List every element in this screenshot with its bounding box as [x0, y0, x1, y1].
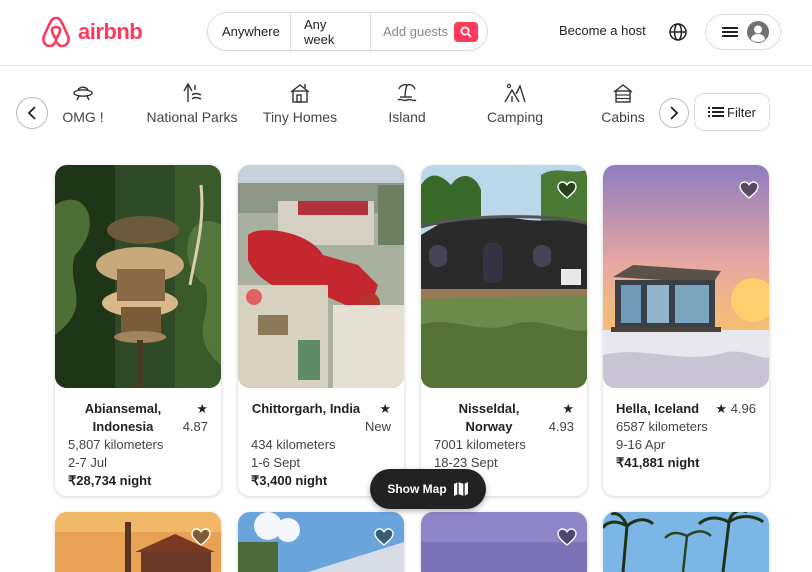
map-icon: [453, 482, 468, 496]
category-label: Island: [388, 109, 426, 125]
rating-value: 4.93: [548, 419, 574, 434]
listing-rating: ★ 4.96: [715, 400, 756, 418]
listing-card[interactable]: [238, 512, 404, 572]
listing-distance: 5,807 kilometers: [68, 437, 164, 452]
rating-value: 4.87: [182, 419, 208, 434]
listing-card[interactable]: [421, 512, 587, 572]
listing-distance: 6587 kilometers: [616, 419, 708, 434]
listing-price: ₹28,734 night: [68, 473, 152, 488]
listing-photo[interactable]: [603, 165, 769, 388]
rating-value: New: [364, 419, 391, 434]
heart-icon[interactable]: [374, 528, 394, 546]
search-week-button[interactable]: Any week: [290, 13, 370, 50]
listing-info: Abiansemal, Indonesia ★ 4.87 5,807 kilom…: [55, 400, 221, 490]
heart-icon[interactable]: [557, 528, 577, 546]
category-national-parks[interactable]: National Parks: [137, 82, 247, 125]
show-map-button[interactable]: Show Map: [370, 469, 486, 509]
listing-dates: 9-16 Apr: [616, 437, 666, 452]
listing-location: Hella, Iceland: [616, 401, 700, 416]
search-guests-button[interactable]: Add guests: [370, 13, 487, 50]
search-bar[interactable]: Anywhere Any week Add guests: [207, 12, 488, 51]
listing-location: Nisseldal, Norway: [458, 401, 520, 434]
listing-location: Chittorgarh, India: [251, 401, 361, 416]
category-island[interactable]: Island: [352, 82, 462, 125]
listing-photo-bottle-house: [238, 165, 404, 388]
listing-dates: 2-7 Jul: [68, 455, 108, 470]
show-map-label: Show Map: [387, 482, 447, 496]
listing-distance: 7001 kilometers: [434, 437, 526, 452]
listing-photo-palm-trees: [603, 512, 769, 572]
category-label: National Parks: [146, 109, 238, 125]
category-label: Camping: [486, 109, 544, 125]
ufo-icon: [73, 86, 93, 101]
top-header: airbnb Anywhere Any week Add guests Beco…: [0, 0, 812, 66]
listing-card[interactable]: Abiansemal, Indonesia ★ 4.87 5,807 kilom…: [55, 165, 221, 496]
listing-card[interactable]: Hella, Iceland ★ 4.96 6587 kilometers 9-…: [603, 165, 769, 496]
park-icon: [183, 82, 202, 102]
rating-value: 4.96: [730, 401, 756, 416]
guests-placeholder: Add guests: [383, 24, 449, 39]
category-label: Cabins: [601, 109, 645, 125]
listing-dates: 1-6 Sept: [251, 455, 301, 470]
user-menu-button[interactable]: [705, 14, 781, 50]
listing-card[interactable]: Chittorgarh, India ★ New 434 kilometers …: [238, 165, 404, 496]
become-host-link[interactable]: Become a host: [559, 23, 646, 38]
star-icon: ★: [562, 401, 574, 416]
listing-card[interactable]: [603, 512, 769, 572]
filter-icon: [708, 107, 725, 117]
listing-photo[interactable]: [421, 165, 587, 388]
star-icon: ★: [196, 401, 208, 416]
listing-photo[interactable]: [238, 165, 404, 388]
globe-icon[interactable]: [668, 22, 688, 42]
logo-wordmark: airbnb: [78, 19, 143, 44]
listing-price: ₹41,881 night: [616, 455, 700, 470]
search-icon: [460, 26, 472, 38]
star-icon: ★: [715, 401, 728, 416]
category-label: OMG !: [62, 109, 104, 125]
category-omg[interactable]: OMG !: [28, 82, 138, 125]
listing-distance: 434 kilometers: [251, 437, 336, 452]
filter-button[interactable]: Filter: [694, 93, 770, 131]
search-anywhere-button[interactable]: Anywhere: [208, 13, 290, 50]
listing-info: Hella, Iceland ★ 4.96 6587 kilometers 9-…: [603, 400, 769, 472]
listing-card[interactable]: [55, 512, 221, 572]
listing-card[interactable]: Nisseldal, Norway ★ 4.93 7001 kilometers…: [421, 165, 587, 496]
category-label: Tiny Homes: [262, 109, 338, 125]
cabin-icon: [613, 84, 633, 103]
tiny-home-icon: [290, 84, 310, 103]
categories-next-button[interactable]: [659, 98, 689, 128]
camping-icon: [504, 83, 526, 103]
listing-rating: ★ New: [365, 400, 391, 436]
listing-photo[interactable]: [55, 165, 221, 388]
listing-location: Abiansemal, Indonesia: [84, 401, 162, 434]
island-icon: [397, 84, 417, 102]
airbnb-logo[interactable]: airbnb: [40, 15, 143, 49]
heart-icon[interactable]: [739, 181, 759, 199]
heart-icon[interactable]: [191, 528, 211, 546]
star-icon: ★: [379, 401, 391, 416]
chevron-right-icon: [670, 106, 679, 120]
search-submit-button[interactable]: [454, 21, 479, 42]
category-tiny-homes[interactable]: Tiny Homes: [245, 82, 355, 125]
category-camping[interactable]: Camping: [460, 82, 570, 125]
airbnb-logo-icon: [42, 16, 70, 48]
hamburger-icon: [722, 27, 738, 37]
heart-icon[interactable]: [557, 181, 577, 199]
listing-photo-bamboo-house: [55, 165, 221, 388]
listing-rating: ★ 4.87: [183, 400, 208, 436]
user-avatar-icon: [747, 21, 769, 43]
filter-label: Filter: [727, 104, 756, 120]
listing-rating: ★ 4.93: [549, 400, 574, 436]
